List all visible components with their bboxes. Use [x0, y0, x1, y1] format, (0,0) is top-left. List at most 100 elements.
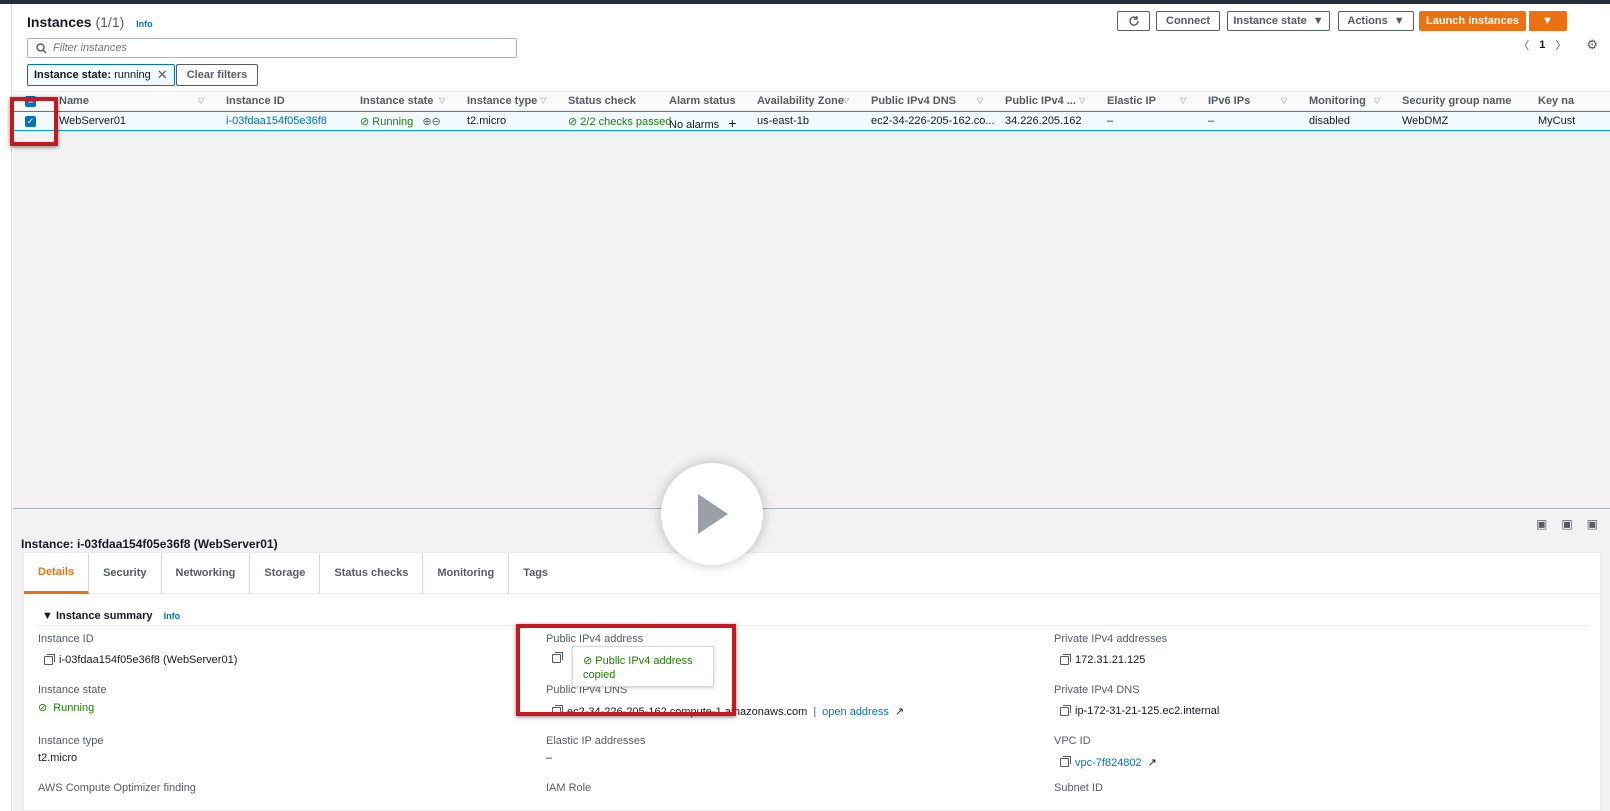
- vpc-id-value: vpc-7f824802 ↗: [1060, 756, 1157, 769]
- plus-icon[interactable]: +: [728, 115, 736, 131]
- copy-icon[interactable]: [1060, 756, 1071, 767]
- elastic-ip-label: Elastic IP addresses: [546, 735, 646, 747]
- play-button[interactable]: [661, 463, 763, 565]
- cell-ipv4: 34.226.205.162: [1005, 115, 1082, 127]
- instance-state-value: ⊘ Running: [38, 701, 95, 715]
- instance-type-value: t2.micro: [38, 752, 78, 764]
- cell-name: WebServer01: [59, 115, 127, 127]
- iam-role-label: IAM Role: [546, 782, 592, 794]
- details-card: Details Security Networking Storage Stat…: [23, 552, 1602, 811]
- launch-instances-button[interactable]: Launch instances: [1419, 11, 1526, 31]
- open-address-link[interactable]: open address: [822, 706, 889, 718]
- search-input[interactable]: [53, 42, 493, 54]
- layout-full-icon[interactable]: ▣: [1587, 517, 1598, 531]
- sort-icon[interactable]: ▽: [1079, 96, 1085, 105]
- copy-icon[interactable]: [1060, 653, 1071, 665]
- cell-instance-id[interactable]: i-03fdaa154f05e36f8: [226, 115, 327, 127]
- copy-icon[interactable]: [1060, 704, 1071, 716]
- sort-icon[interactable]: ▽: [1180, 96, 1186, 105]
- column-instance-id[interactable]: Instance ID: [226, 95, 285, 107]
- actions-button[interactable]: Actions ▼: [1338, 11, 1414, 31]
- sort-icon[interactable]: ▽: [540, 96, 546, 105]
- cell-alarm: No alarms +: [669, 115, 737, 131]
- pagination: 〈 1 〉 ⚙: [1518, 37, 1598, 53]
- close-icon[interactable]: ✕: [157, 67, 168, 83]
- chevron-left-icon[interactable]: 〈: [1518, 37, 1529, 53]
- column-monitoring[interactable]: Monitoring: [1309, 95, 1366, 107]
- zoom-icons[interactable]: ⊕⊖: [422, 116, 440, 128]
- connect-button[interactable]: Connect: [1156, 11, 1220, 31]
- subnet-id-label: Subnet ID: [1054, 782, 1103, 794]
- tab-tags[interactable]: Tags: [509, 553, 562, 594]
- external-link-icon[interactable]: ↗: [1148, 756, 1157, 769]
- sort-icon[interactable]: ▽: [198, 96, 204, 105]
- summary-heading[interactable]: ▼ Instance summary Info: [42, 610, 180, 622]
- cell-key-name: MyCust: [1538, 115, 1576, 127]
- column-alarm-status[interactable]: Alarm status: [669, 95, 736, 107]
- sort-icon[interactable]: ▽: [1281, 96, 1287, 105]
- sort-icon[interactable]: ▽: [843, 96, 849, 105]
- column-public-dns[interactable]: Public IPv4 DNS: [871, 95, 956, 107]
- info-link[interactable]: Info: [136, 19, 153, 29]
- copy-icon[interactable]: [44, 653, 55, 665]
- sort-icon[interactable]: ▽: [977, 96, 983, 105]
- page-title: Instances (1/1) Info: [27, 14, 153, 30]
- instance-id-value: i-03fdaa154f05e36f8 (WebServer01): [44, 653, 237, 666]
- tab-security[interactable]: Security: [89, 552, 162, 594]
- cell-state: ⊘ Running ⊕⊖: [360, 116, 441, 128]
- cell-ipv6: –: [1208, 115, 1215, 127]
- private-dns-label: Private IPv4 DNS: [1054, 684, 1140, 696]
- gear-icon[interactable]: ⚙: [1586, 37, 1598, 53]
- column-ipv6[interactable]: IPv6 IPs: [1208, 95, 1250, 107]
- cell-security-group: WebDMZ: [1402, 115, 1449, 127]
- layout-side-icon[interactable]: ▣: [1561, 517, 1572, 531]
- summary-divider: [38, 625, 1588, 626]
- page-number[interactable]: 1: [1539, 39, 1545, 51]
- vpc-link[interactable]: vpc-7f824802: [1075, 757, 1142, 769]
- refresh-button[interactable]: [1117, 11, 1150, 31]
- info-link[interactable]: Info: [164, 611, 181, 621]
- instances-header: Instances (1/1) Info Connect Instance st…: [13, 4, 1610, 92]
- play-icon: [698, 494, 728, 534]
- column-public-ipv4[interactable]: Public IPv4 ...: [1005, 95, 1076, 107]
- vpc-id-label: VPC ID: [1054, 735, 1091, 747]
- search-icon: [36, 42, 47, 54]
- column-availability-zone[interactable]: Availability Zone: [757, 95, 844, 107]
- filter-chip: Instance state: running ✕: [27, 64, 175, 86]
- check-circle-icon: ⊘: [360, 116, 370, 128]
- column-key-name[interactable]: Key na: [1538, 95, 1574, 107]
- column-status-check[interactable]: Status check: [568, 95, 636, 107]
- cell-az: us-east-1b: [757, 115, 809, 127]
- launch-dropdown-button[interactable]: ▼: [1528, 11, 1567, 31]
- column-instance-type[interactable]: Instance type: [467, 95, 537, 107]
- layout-bottom-icon[interactable]: ▣: [1536, 517, 1547, 531]
- cell-status-check: ⊘ 2/2 checks passed: [568, 116, 672, 128]
- instance-type-label: Instance type: [38, 735, 104, 747]
- column-elastic-ip[interactable]: Elastic IP: [1107, 95, 1156, 107]
- tab-monitoring[interactable]: Monitoring: [423, 552, 510, 594]
- details-panel: ▣ ▣ ▣ Instance: i-03fdaa154f05e36f8 (Web…: [13, 509, 1610, 811]
- refresh-icon: [1128, 16, 1139, 26]
- tab-storage[interactable]: Storage: [250, 552, 321, 594]
- column-security-group[interactable]: Security group name: [1402, 95, 1511, 107]
- sort-icon[interactable]: ▽: [439, 96, 445, 105]
- tab-networking[interactable]: Networking: [162, 552, 251, 594]
- external-link-icon[interactable]: ↗: [895, 705, 904, 718]
- cell-type: t2.micro: [467, 115, 507, 127]
- tab-details[interactable]: Details: [24, 552, 90, 594]
- sort-icon[interactable]: ▽: [1374, 96, 1380, 105]
- clear-filters-button[interactable]: Clear filters: [176, 64, 258, 86]
- chevron-right-icon[interactable]: 〉: [1555, 37, 1566, 53]
- tab-bar: Details Security Networking Storage Stat…: [24, 552, 1602, 594]
- instances-panel: Instances (1/1) Info Connect Instance st…: [13, 4, 1610, 520]
- panel-layout-icons: ▣ ▣ ▣: [1536, 517, 1598, 531]
- tab-status-checks[interactable]: Status checks: [320, 552, 424, 594]
- optimizer-label: AWS Compute Optimizer finding: [38, 782, 196, 794]
- column-instance-state[interactable]: Instance state: [360, 95, 433, 107]
- column-name[interactable]: Name: [59, 95, 89, 107]
- instance-state-button[interactable]: Instance state ▼: [1227, 11, 1330, 31]
- table-row[interactable]: ✓ WebServer01 i-03fdaa154f05e36f8 ⊘ Runn…: [13, 111, 1610, 131]
- private-ipv4-label: Private IPv4 addresses: [1054, 633, 1168, 645]
- cell-monitoring: disabled: [1309, 115, 1350, 127]
- filter-search[interactable]: [27, 38, 517, 58]
